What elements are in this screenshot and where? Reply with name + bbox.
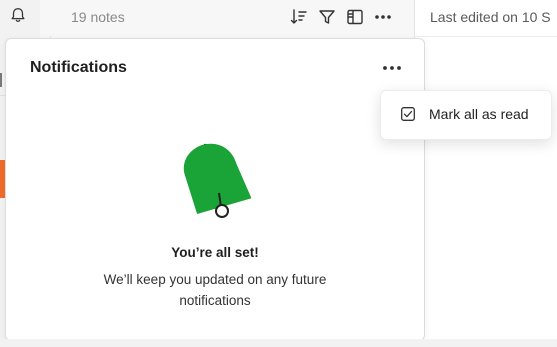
notifications-menu: Mark all as read [380,90,552,140]
bell-illustration [183,143,252,218]
notes-toolbar: 19 notes [40,0,414,36]
empty-state-message: We’ll keep you updated on any future not… [103,272,327,308]
editor-pane: Last edited on 10 S [415,0,557,347]
bottom-strip [0,339,557,347]
notes-count: 19 notes [71,9,125,25]
app-window: 19 notes Last edited on 10 S Notificatio… [0,0,557,347]
editor-divider [415,36,557,37]
more-icon[interactable] [373,7,393,27]
notifications-panel: Notifications You’re all set! We’ll keep… [5,38,425,341]
bell-icon[interactable] [9,6,27,24]
mark-all-read-label: Mark all as read [429,106,529,122]
checkbox-icon [401,107,415,121]
empty-state-title: You’re all set! [171,245,259,260]
sidebar-marker [0,73,2,87]
last-edited-label: Last edited on 10 S [430,9,551,25]
layout-icon[interactable] [345,7,365,27]
filter-icon[interactable] [317,7,337,27]
mark-all-read-menu-item[interactable]: Mark all as read [381,91,551,139]
notifications-title: Notifications [30,59,127,76]
more-icon[interactable] [380,59,404,77]
sort-icon[interactable] [289,7,309,27]
